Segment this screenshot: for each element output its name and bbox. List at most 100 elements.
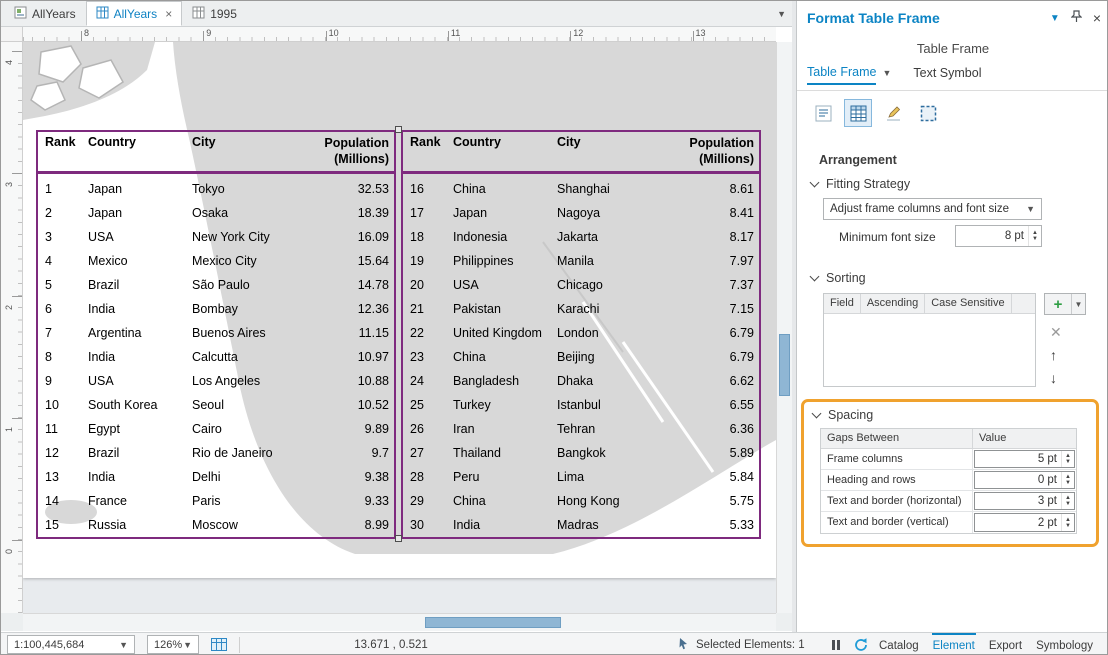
- table-cell: 28: [410, 470, 424, 484]
- map-scale-combobox[interactable]: 1:100,445,684 ▼: [7, 635, 135, 654]
- heading-rows-spinner[interactable]: 0 pt ▲ ▼: [974, 471, 1075, 489]
- add-sort-field-button[interactable]: + ▼: [1044, 293, 1086, 315]
- minimum-font-size-spinner[interactable]: 8 pt ▲ ▼: [955, 225, 1042, 247]
- sorting-section[interactable]: Sorting: [809, 271, 866, 285]
- tab-catalog[interactable]: Catalog: [878, 633, 920, 654]
- spacing-row-text-border-horizontal: Text and border (horizontal) 3 pt ▲ ▼: [821, 491, 1076, 512]
- table-cell: Seoul: [192, 398, 224, 412]
- spinner-value: 5 pt: [1037, 453, 1057, 465]
- table-cell: London: [557, 326, 599, 340]
- table-cell: Peru: [453, 470, 480, 484]
- column-header: Ascending: [861, 294, 926, 313]
- tab-allyears-active[interactable]: AllYears ×: [85, 1, 183, 26]
- table-row: 14 France Paris 9.33: [38, 489, 394, 513]
- table-row: 21 Pakistan Karachi 7.15: [403, 297, 759, 321]
- close-tab-icon[interactable]: ×: [165, 7, 172, 21]
- table-cell: 5.84: [729, 470, 754, 484]
- chevron-down-icon[interactable]: ▼: [882, 68, 891, 82]
- table-frame-left[interactable]: Rank Country City Population (Millions) …: [36, 130, 396, 539]
- horizontal-scrollbar[interactable]: [23, 613, 776, 631]
- ruler-number: 12: [573, 28, 584, 38]
- selection-handle[interactable]: [395, 535, 402, 542]
- table-cell: Hong Kong: [557, 494, 620, 508]
- scrollbar-thumb[interactable]: [425, 617, 561, 628]
- table-cell: 22: [410, 326, 424, 340]
- spinner-arrows[interactable]: ▲ ▼: [1061, 493, 1074, 509]
- vertical-scrollbar[interactable]: [776, 42, 792, 613]
- text-border-horizontal-spinner[interactable]: 3 pt ▲ ▼: [974, 492, 1075, 510]
- table-cell: South Korea: [88, 398, 158, 412]
- frame-columns-spinner[interactable]: 5 pt ▲ ▼: [974, 450, 1075, 468]
- text-border-vertical-spinner[interactable]: 2 pt ▲ ▼: [974, 513, 1075, 532]
- table-cell: 3: [45, 230, 52, 244]
- spacing-row-frame-columns: Frame columns 5 pt ▲ ▼: [821, 449, 1076, 470]
- selection-handle[interactable]: [395, 126, 402, 133]
- fitting-strategy-section[interactable]: Fitting Strategy: [809, 177, 910, 191]
- remove-sort-field-icon[interactable]: ✕: [1050, 325, 1062, 339]
- ruler-number: 8: [84, 28, 90, 38]
- table-row: 2 Japan Osaka 18.39: [38, 201, 394, 225]
- table-cell: 5: [45, 278, 52, 292]
- tab-1995[interactable]: 1995: [182, 1, 247, 26]
- tab-symbology[interactable]: Symbology: [1035, 633, 1094, 654]
- table-icon: [96, 6, 109, 22]
- tab-text-symbol[interactable]: Text Symbol: [913, 66, 981, 84]
- table-cell: Japan: [453, 206, 488, 220]
- close-panel-icon[interactable]: ×: [1093, 11, 1101, 25]
- spinner-arrows[interactable]: ▲ ▼: [1028, 226, 1041, 246]
- spacing-row-text-border-vertical: Text and border (vertical) 2 pt ▲ ▼: [821, 512, 1076, 533]
- refresh-icon[interactable]: [853, 637, 869, 653]
- cursor-coordinates: 13.671 , 0.521: [354, 639, 428, 651]
- table-cell: 9.7: [371, 446, 389, 460]
- fitting-strategy-dropdown[interactable]: Adjust frame columns and font size ▼: [823, 198, 1042, 220]
- table-cell: Jakarta: [557, 230, 598, 244]
- table-cell: Iran: [453, 422, 475, 436]
- spinner-arrows[interactable]: ▲ ▼: [1061, 472, 1074, 488]
- table-grid-icon[interactable]: [844, 99, 872, 127]
- table-cell: Istanbul: [557, 398, 601, 412]
- ruler-number: 1: [4, 426, 14, 432]
- spacing-section[interactable]: Spacing: [811, 408, 873, 422]
- text-options-icon[interactable]: [809, 99, 837, 127]
- table-cell: Bangladesh: [453, 374, 520, 388]
- selected-elements-label: Selected Elements: 1: [696, 639, 805, 651]
- row-label: Text and border (vertical): [821, 512, 973, 533]
- ruler-number: 4: [4, 59, 14, 65]
- spinner-arrows[interactable]: ▲ ▼: [1061, 451, 1074, 467]
- zoom-level-combobox[interactable]: 126% ▼: [147, 635, 199, 654]
- table-cell: Madras: [557, 518, 599, 532]
- chevron-down-icon[interactable]: ▼: [1072, 300, 1085, 309]
- layout-grid-icon[interactable]: [211, 638, 227, 651]
- move-up-icon[interactable]: ↑: [1050, 348, 1057, 362]
- spinner-arrows[interactable]: ▲ ▼: [1061, 514, 1074, 531]
- tab-element[interactable]: Element: [931, 633, 976, 654]
- move-down-icon[interactable]: ↓: [1050, 371, 1057, 385]
- layout-icon: [14, 6, 27, 22]
- tab-label: AllYears: [32, 6, 76, 21]
- pause-drawing-button[interactable]: [832, 640, 840, 650]
- ruler-number: 3: [4, 182, 14, 188]
- scrollbar-thumb[interactable]: [779, 334, 790, 396]
- table-cell: 1: [45, 182, 52, 196]
- sorting-list[interactable]: Field Ascending Case Sensitive: [823, 293, 1036, 387]
- tab-export[interactable]: Export: [988, 633, 1023, 654]
- table-cell: Japan: [88, 206, 123, 220]
- pin-icon[interactable]: [1070, 10, 1083, 26]
- table-header-row: Rank Country City Population (Millions): [38, 132, 394, 174]
- table-cell: 27: [410, 446, 424, 460]
- column-header: Value: [979, 432, 1007, 444]
- layout-canvas[interactable]: Rank Country City Population (Millions) …: [23, 42, 776, 613]
- sorting-list-body[interactable]: [824, 314, 1035, 386]
- panel-menu-chevron-icon[interactable]: ▼: [1050, 13, 1060, 24]
- table-cell: India: [88, 470, 116, 484]
- table-frame-right[interactable]: Rank Country City Population (Millions) …: [401, 130, 761, 539]
- table-cell: 17: [410, 206, 424, 220]
- divider: [797, 90, 1107, 91]
- table-row: 1 Japan Tokyo 32.53: [38, 177, 394, 201]
- tab-allyears-layout[interactable]: AllYears: [4, 1, 86, 26]
- table-row: 11 Egypt Cairo 9.89: [38, 417, 394, 441]
- tab-table-frame[interactable]: Table Frame: [807, 65, 877, 85]
- pencil-icon[interactable]: [879, 99, 907, 127]
- frame-border-icon[interactable]: [914, 99, 942, 127]
- tab-list-chevron-icon[interactable]: ▼: [777, 9, 786, 19]
